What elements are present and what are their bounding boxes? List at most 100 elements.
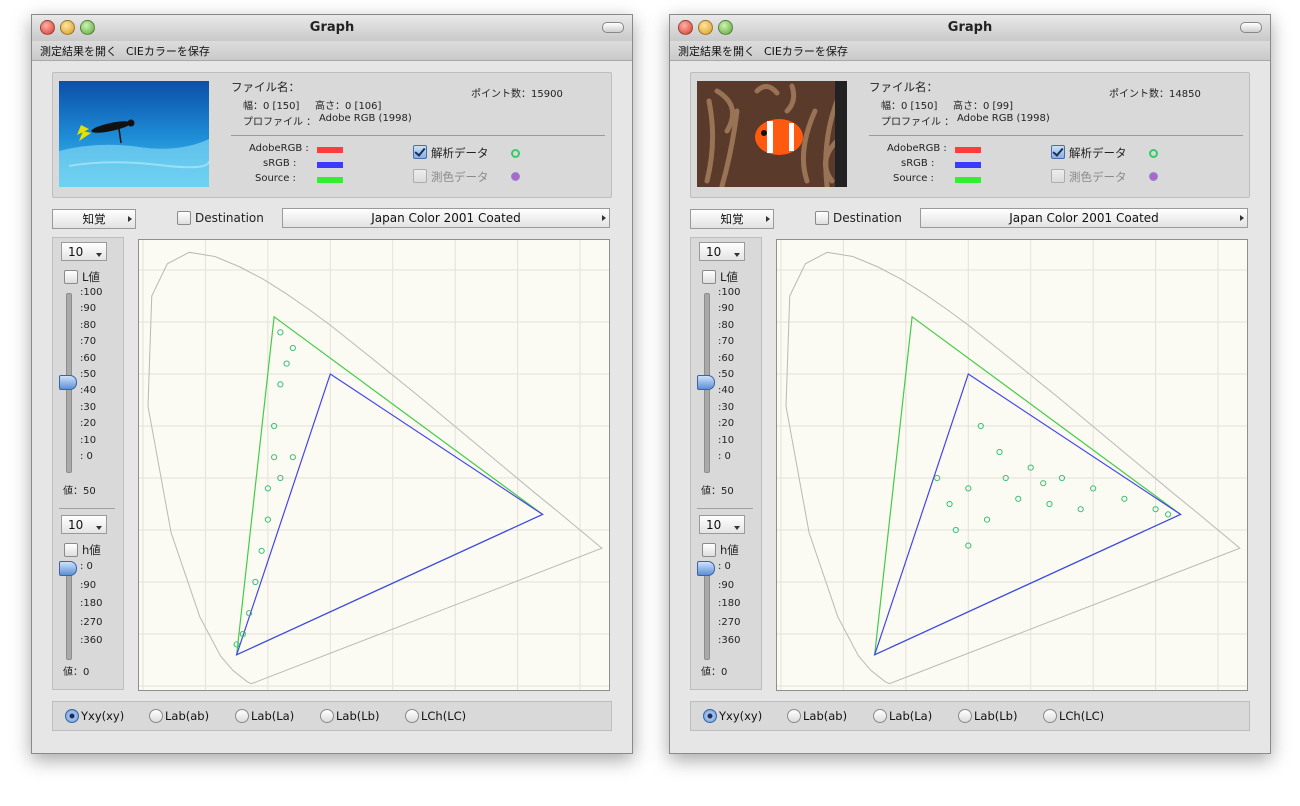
points-count: ポイント数：14850 [1109, 89, 1201, 100]
title-bar[interactable]: Graph [670, 15, 1270, 42]
dropdown-arrow-icon [96, 253, 102, 257]
file-info-panel: ファイル名： 幅：0 [150] 高さ：0 [106] プロファイル ： Ado… [52, 72, 612, 198]
srgb-gamut-triangle [873, 373, 1182, 656]
source-data-point [983, 516, 991, 523]
rendering-intent-popup[interactable]: 知覚 [52, 209, 136, 229]
slider-tick-label: :270 [80, 616, 103, 628]
slider-tick-label: :20 [718, 418, 735, 430]
slider-tick-label: :70 [718, 336, 735, 348]
mode-lch-radio[interactable] [1043, 709, 1057, 723]
l-step-popup[interactable]: 10 [699, 242, 745, 261]
slider-tick-label: : 0 [80, 451, 93, 462]
mode-lab-la-radio[interactable] [873, 709, 887, 723]
source-data-point [946, 500, 953, 508]
mode-lab-lb-radio[interactable] [958, 709, 972, 723]
menu-save-cie[interactable]: CIEカラーを保存 [126, 43, 210, 59]
toolbar-toggle-button[interactable] [602, 22, 624, 33]
mode-radio-group: Yxy(xy) Lab(ab) Lab(La) Lab(Lb) LCh(LC) [52, 701, 612, 731]
l-slider-knob[interactable] [697, 375, 715, 390]
colorimetric-data-checkbox[interactable] [1051, 169, 1065, 183]
mode-lab-lb-label: Lab(Lb) [974, 709, 1018, 723]
mode-lab-la-label: Lab(La) [251, 709, 295, 723]
mode-yxy-radio[interactable] [65, 709, 79, 723]
slider-tick-label: :80 [80, 319, 97, 331]
window-title: Graph [947, 20, 993, 35]
popup-arrow-icon [128, 216, 132, 222]
h-value-label: h値 [720, 543, 739, 557]
toolbar-toggle-button[interactable] [1240, 22, 1262, 33]
analysis-data-checkbox[interactable] [413, 145, 427, 159]
mode-lab-lb-label: Lab(Lb) [336, 709, 380, 723]
mode-yxy-radio[interactable] [703, 709, 717, 723]
mode-lab-la-label: Lab(La) [889, 709, 933, 723]
analysis-dot-icon [1149, 149, 1158, 158]
legend-srgb-label: sRGB : [901, 158, 935, 169]
analysis-data-label: 解析データ [431, 146, 489, 160]
source-data-point [289, 454, 296, 461]
slider-tick-label: :360 [80, 635, 103, 646]
divider [697, 508, 753, 509]
colorimetric-data-checkbox[interactable] [413, 169, 427, 183]
h-slider-track[interactable] [704, 568, 710, 660]
legend-srgb-swatch [955, 162, 981, 168]
profile-value: Adobe RGB (1998) [319, 113, 412, 124]
slider-tick-label: : 0 [80, 561, 93, 572]
h-value-checkbox[interactable] [64, 543, 78, 557]
l-step-popup[interactable]: 10 [61, 242, 107, 261]
colorimetric-data-label: 測色データ [1069, 170, 1127, 184]
analysis-data-label: 解析データ [1069, 146, 1127, 160]
source-data-point [1015, 495, 1022, 502]
h-value-checkbox[interactable] [702, 543, 716, 557]
file-info-panel: ファイル名： 幅：0 [150] 高さ：0 [99] プロファイル ： Adob… [690, 72, 1250, 198]
divider [59, 508, 115, 509]
destination-checkbox[interactable] [815, 211, 829, 225]
h-slider-knob[interactable] [697, 561, 715, 576]
menu-save-cie[interactable]: CIEカラーを保存 [764, 43, 848, 59]
clownfish-figure [755, 119, 803, 155]
popup-arrow-icon [766, 216, 770, 222]
slider-tick-label: :10 [718, 434, 735, 446]
h-slider-track[interactable] [66, 568, 72, 660]
slider-tick-label: :180 [718, 598, 741, 609]
mode-lab-ab-radio[interactable] [149, 709, 163, 723]
mode-lch-radio[interactable] [405, 709, 419, 723]
title-bar[interactable]: Graph [32, 15, 632, 42]
slider-tick-label: : 0 [718, 561, 731, 572]
h-slider-knob[interactable] [59, 561, 77, 576]
destination-profile-popup[interactable]: Japan Color 2001 Coated [282, 208, 610, 228]
colorimetric-data-label: 測色データ [431, 170, 489, 184]
slider-tick-label: :10 [80, 434, 97, 446]
image-thumbnail [697, 81, 847, 187]
cie-xy-chart[interactable] [776, 239, 1248, 691]
destination-checkbox[interactable] [177, 211, 191, 225]
menu-open-results[interactable]: 測定結果を開く [678, 43, 755, 59]
destination-label: Destination [833, 211, 902, 225]
slider-tick-label: :90 [718, 303, 735, 315]
slider-tick-label: :180 [80, 598, 103, 609]
mode-lab-la-radio[interactable] [235, 709, 249, 723]
destination-profile-popup[interactable]: Japan Color 2001 Coated [920, 208, 1248, 228]
l-value-checkbox[interactable] [64, 270, 78, 284]
destination-profile-value: Japan Color 2001 Coated [1009, 211, 1159, 225]
h-step-popup[interactable]: 10 [699, 515, 745, 534]
analysis-data-checkbox[interactable] [1051, 145, 1065, 159]
l-value-checkbox[interactable] [702, 270, 716, 284]
destination-profile-value: Japan Color 2001 Coated [371, 211, 521, 225]
cie-xy-chart[interactable] [138, 239, 610, 691]
l-slider-knob[interactable] [59, 375, 77, 390]
menu-bar: 測定結果を開く CIEカラーを保存 [32, 41, 632, 61]
legend-adobergb-label: AdobeRGB : [887, 143, 947, 154]
legend-source-label: Source : [893, 173, 934, 184]
analysis-dot-icon [511, 149, 520, 158]
mode-lab-lb-radio[interactable] [320, 709, 334, 723]
profile-label: プロファイル ： [881, 117, 955, 128]
mode-lab-ab-radio[interactable] [787, 709, 801, 723]
source-data-point [289, 344, 296, 352]
l-current-value: 値：50 [63, 486, 96, 497]
h-step-popup[interactable]: 10 [61, 515, 107, 534]
rendering-intent-popup[interactable]: 知覚 [690, 209, 774, 229]
slider-tick-label: :80 [718, 319, 735, 331]
menu-open-results[interactable]: 測定結果を開く [40, 43, 117, 59]
h-step-value: 10 [706, 518, 722, 532]
h-value-label: h値 [82, 543, 101, 557]
